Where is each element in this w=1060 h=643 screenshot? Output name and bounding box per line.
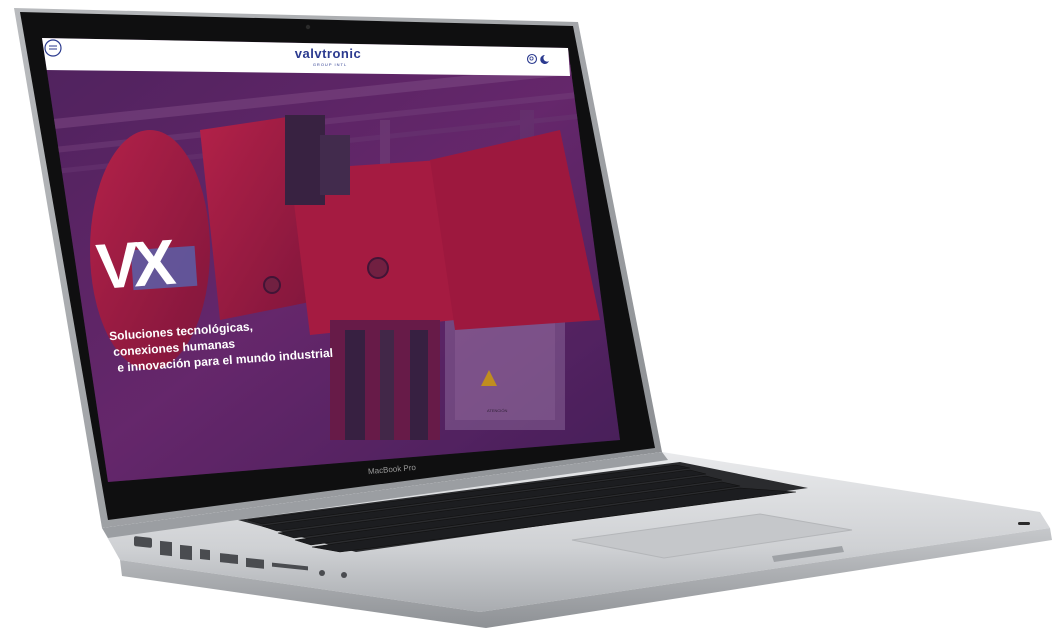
sleep-indicator <box>1018 522 1030 525</box>
site-logo[interactable]: valvtronic <box>295 46 361 61</box>
camera-icon <box>305 24 311 30</box>
hero-vx-text: VX <box>94 226 179 303</box>
site-logo-tagline: GROUP INTL <box>313 62 347 67</box>
menu-icon[interactable] <box>44 39 62 57</box>
screen-content: ATENCIÓN valvtronic GROUP INTL VX Soluci… <box>42 38 620 482</box>
laptop-mockup: ATENCIÓN valvtronic GROUP INTL VX Soluci… <box>14 8 1052 628</box>
